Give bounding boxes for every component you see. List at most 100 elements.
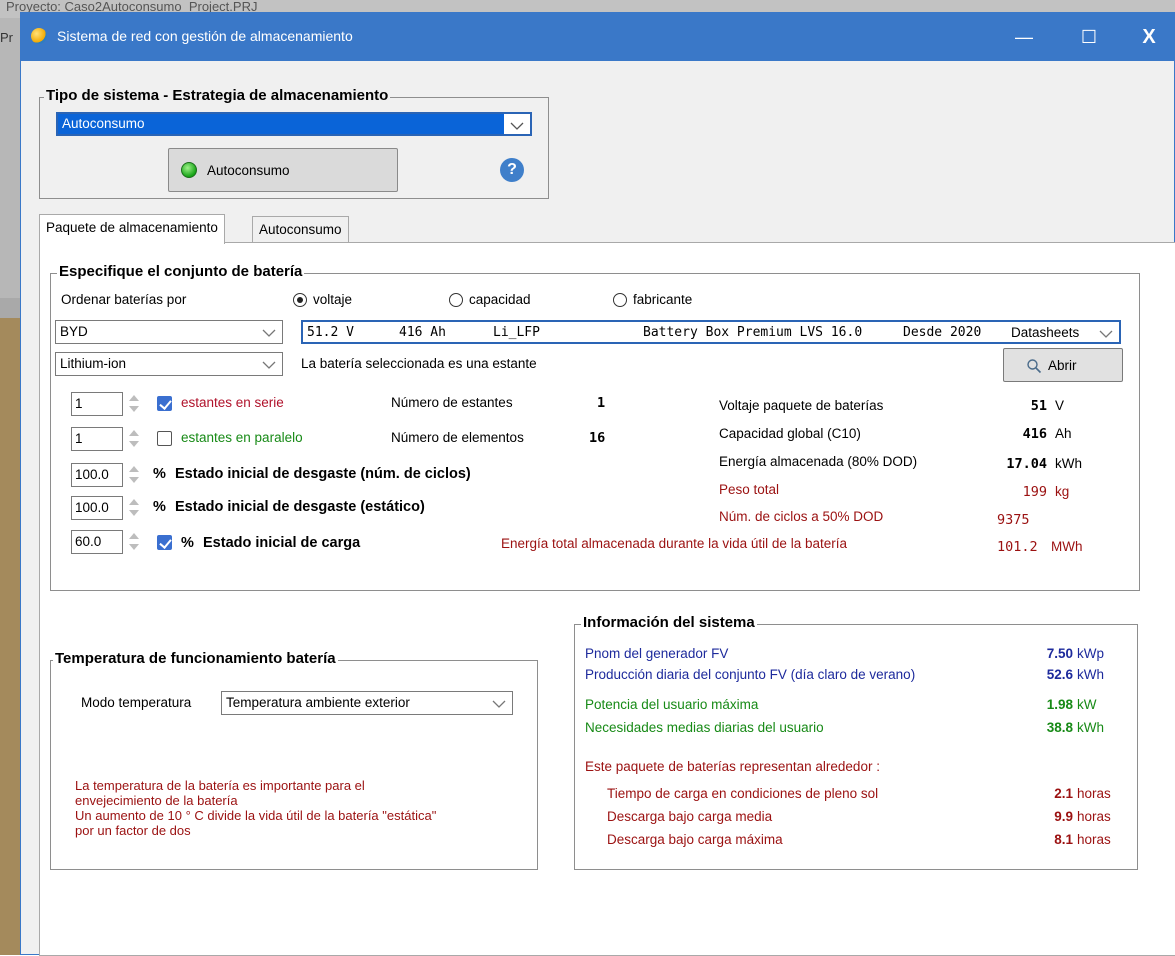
daily-production-value: 52.6 [1046, 667, 1073, 682]
discharge-mean-unit: horas [1077, 809, 1111, 824]
discharge-max-unit: horas [1077, 832, 1111, 847]
wear-cycles-spinner[interactable]: 100.0 [71, 463, 123, 487]
wear-cycles-value: 100.0 [75, 467, 109, 482]
user-max-power-unit: kW [1077, 697, 1097, 712]
sort-fabricante-label: fabricante [633, 292, 693, 307]
pnom-label: Pnom del generador FV [585, 646, 729, 661]
pack-capacity-value: 416 [1022, 426, 1047, 442]
system-type-combo-value: Autoconsumo [58, 114, 504, 134]
battery-technology-code: Li_LFP [493, 325, 540, 340]
daily-production-label: Producción diaria del conjunto FV (día c… [585, 667, 916, 682]
system-info-group: Información del sistema Pnom del generad… [574, 614, 1138, 870]
app-icon [31, 28, 47, 44]
radio-selected-icon [293, 293, 307, 307]
system-type-group: Tipo de sistema - Estrategia de almacena… [39, 87, 549, 199]
pack-energy-unit: kWh [1055, 456, 1082, 471]
wear-static-spinner[interactable]: 100.0 [71, 496, 123, 520]
temperature-note-line: envejecimiento de la batería [75, 793, 238, 808]
pack-voltage-unit: V [1055, 398, 1065, 413]
system-type-combo[interactable]: Autoconsumo [56, 112, 532, 136]
minimize-button[interactable]: — [996, 13, 1052, 61]
pack-cycles-label: Núm. de ciclos a 50% DOD [719, 509, 884, 524]
temperature-group-title: Temperatura de funcionamiento batería [53, 650, 338, 667]
technology-combo[interactable]: Lithium-ion [55, 352, 283, 376]
chevron-down-icon [510, 122, 524, 130]
daily-production-unit: kWh [1077, 667, 1104, 682]
background-left-label: Pr [0, 30, 13, 45]
num-racks-label: Número de estantes [391, 395, 513, 410]
parallel-checkbox[interactable] [157, 431, 172, 446]
pnom-value: 7.50 [1046, 646, 1073, 661]
temperature-mode-label: Modo temperatura [81, 695, 192, 710]
user-max-power-label: Potencia del usuario máxima [585, 697, 759, 712]
battery-capacity: 416 Ah [399, 325, 446, 340]
pack-capacity-unit: Ah [1055, 426, 1072, 441]
series-value: 1 [75, 396, 83, 411]
user-daily-needs-value: 38.8 [1046, 720, 1073, 735]
series-spinner[interactable]: 1 [71, 392, 123, 416]
pack-capacity-label: Capacidad global (C10) [719, 426, 861, 441]
parallel-label: estantes en paralelo [181, 430, 303, 445]
close-button[interactable]: X [1121, 13, 1175, 61]
battery-set-group-title: Especifique el conjunto de batería [57, 263, 305, 280]
charge-spinner[interactable]: 60.0 [71, 530, 123, 554]
charge-checkbox[interactable] [157, 535, 172, 550]
temperature-note-line: Un aumento de 10 ° C divide la vida útil… [75, 808, 437, 823]
spinner-arrows-icon[interactable] [125, 391, 143, 417]
spinner-arrows-icon[interactable] [125, 426, 143, 452]
series-checkbox[interactable] [157, 396, 172, 411]
represent-label: Este paquete de baterías representan alr… [585, 759, 880, 774]
spinner-arrows-icon[interactable] [125, 462, 143, 488]
tab-paquete-almacenamiento[interactable]: Paquete de almacenamiento [39, 214, 225, 244]
tab-autoconsumo[interactable]: Autoconsumo [252, 216, 349, 244]
chevron-down-icon [262, 329, 276, 337]
num-elements-label: Número de elementos [391, 430, 524, 445]
battery-model-combo[interactable]: 51.2 V 416 Ah Li_LFP Battery Box Premium… [301, 320, 1121, 344]
parallel-value: 1 [75, 431, 83, 446]
pack-weight-label: Peso total [719, 482, 780, 497]
battery-set-group: Especifique el conjunto de batería Orden… [50, 263, 1140, 591]
background-left-strip [0, 18, 20, 955]
series-label: estantes en serie [181, 395, 284, 410]
pack-lifetime-energy-label: Energía total almacenada durante la vida… [501, 536, 847, 551]
system-type-group-title: Tipo de sistema - Estrategia de almacena… [44, 87, 391, 104]
battery-source: Datasheets [1011, 325, 1080, 340]
radio-empty-icon [449, 293, 463, 307]
charge-time-value: 2.1 [1054, 786, 1073, 801]
pack-weight-unit: kg [1055, 484, 1070, 499]
temperature-note-line: por un factor de dos [75, 823, 191, 838]
num-racks-value: 1 [597, 395, 606, 411]
charge-time-unit: horas [1077, 786, 1111, 801]
battery-voltage: 51.2 V [307, 325, 354, 340]
parallel-spinner[interactable]: 1 [71, 427, 123, 451]
discharge-max-value: 8.1 [1054, 832, 1073, 847]
open-button[interactable]: Abrir [1003, 348, 1123, 382]
discharge-max-label: Descarga bajo carga máxima [607, 832, 783, 847]
pack-lifetime-energy-value: 101.2 [997, 539, 1038, 555]
battery-model-name: Battery Box Premium LVS 16.0 [643, 325, 863, 340]
spinner-arrows-icon[interactable] [125, 495, 143, 521]
chevron-down-icon [262, 361, 276, 369]
autoconsumo-mode-button[interactable]: Autoconsumo [168, 148, 398, 192]
temperature-mode-combo[interactable]: Temperatura ambiente exterior [221, 691, 513, 715]
system-info-group-title: Información del sistema [581, 614, 757, 631]
pack-voltage-value: 51 [1030, 398, 1047, 414]
spinner-arrows-icon[interactable] [125, 529, 143, 555]
temperature-note: La temperatura de la batería es importan… [75, 778, 436, 838]
pack-energy-label: Energía almacenada (80% DOD) [719, 454, 918, 469]
chevron-down-icon [492, 700, 506, 708]
title-bar[interactable]: Sistema de red con gestión de almacenami… [21, 13, 1175, 61]
sort-voltaje-label: voltaje [313, 292, 353, 307]
pack-lifetime-energy-unit: MWh [1051, 539, 1083, 554]
manufacturer-combo[interactable]: BYD [55, 320, 283, 344]
num-elements-value: 16 [589, 430, 606, 446]
wear-static-value: 100.0 [75, 500, 109, 515]
selected-battery-note: La batería seleccionada es una estante [301, 356, 537, 371]
charge-label: Estado inicial de carga [203, 535, 361, 551]
status-led-icon [181, 162, 197, 178]
help-icon[interactable]: ? [500, 158, 524, 182]
maximize-button[interactable]: ☐ [1061, 13, 1117, 61]
radio-empty-icon [613, 293, 627, 307]
pack-weight-value: 199 [1022, 484, 1047, 500]
chevron-down-icon [1099, 330, 1113, 338]
